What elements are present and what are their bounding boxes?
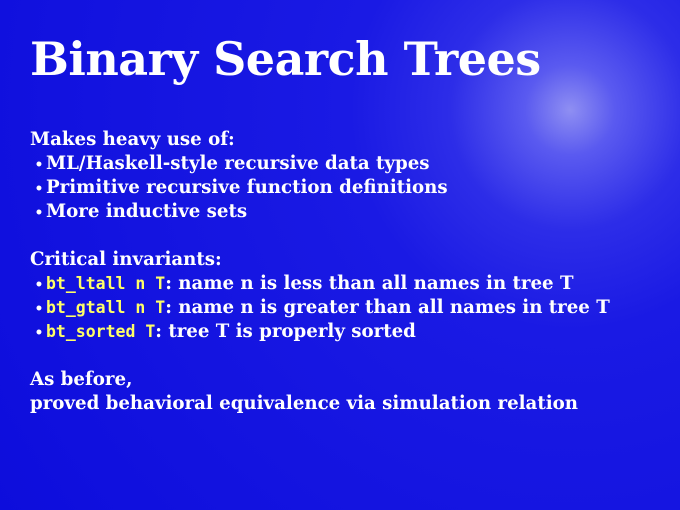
bullet-item: • ML/Haskell-style recursive data types — [30, 152, 610, 176]
invariant-code: bt_sorted T — [46, 322, 156, 341]
invariant-code: bt_gtall n T — [46, 298, 166, 317]
bullet-icon: • — [34, 301, 44, 317]
bullet-text: More inductive sets — [46, 201, 248, 222]
section-heading-invariants: Critical invariants: — [30, 249, 222, 270]
invariant-item: • bt_gtall n T: name n is greater than al… — [30, 296, 610, 320]
closing-line: proved behavioral equivalence via simula… — [30, 393, 578, 414]
bullet-text: ML/Haskell-style recursive data types — [46, 153, 430, 174]
bullet-icon: • — [34, 181, 44, 197]
invariant-item: • bt_sorted T: tree T is properly sorted — [30, 320, 610, 344]
bullet-item: • Primitive recursive function definition… — [30, 176, 610, 200]
bullet-icon: • — [34, 277, 44, 293]
closing-line: As before, — [30, 369, 133, 390]
invariant-code: bt_ltall n T — [46, 274, 166, 293]
bullet-item: • More inductive sets — [30, 200, 610, 224]
slide-body: Makes heavy use of: • ML/Haskell-style re… — [30, 128, 610, 416]
bullet-icon: • — [34, 157, 44, 173]
bullet-icon: • — [34, 325, 44, 341]
invariant-text: : name n is less than all names in tree … — [165, 273, 574, 294]
slide-title: Binary Search Trees — [30, 32, 541, 86]
bullet-text: Primitive recursive function definitions — [46, 177, 448, 198]
bullet-icon: • — [34, 205, 44, 221]
section-heading-uses: Makes heavy use of: — [30, 129, 235, 150]
invariant-text: : tree T is properly sorted — [155, 321, 416, 342]
invariant-text: : name n is greater than all names in tr… — [165, 297, 610, 318]
invariant-item: • bt_ltall n T: name n is less than all n… — [30, 272, 610, 296]
slide: Binary Search Trees Makes heavy use of: … — [0, 0, 680, 510]
